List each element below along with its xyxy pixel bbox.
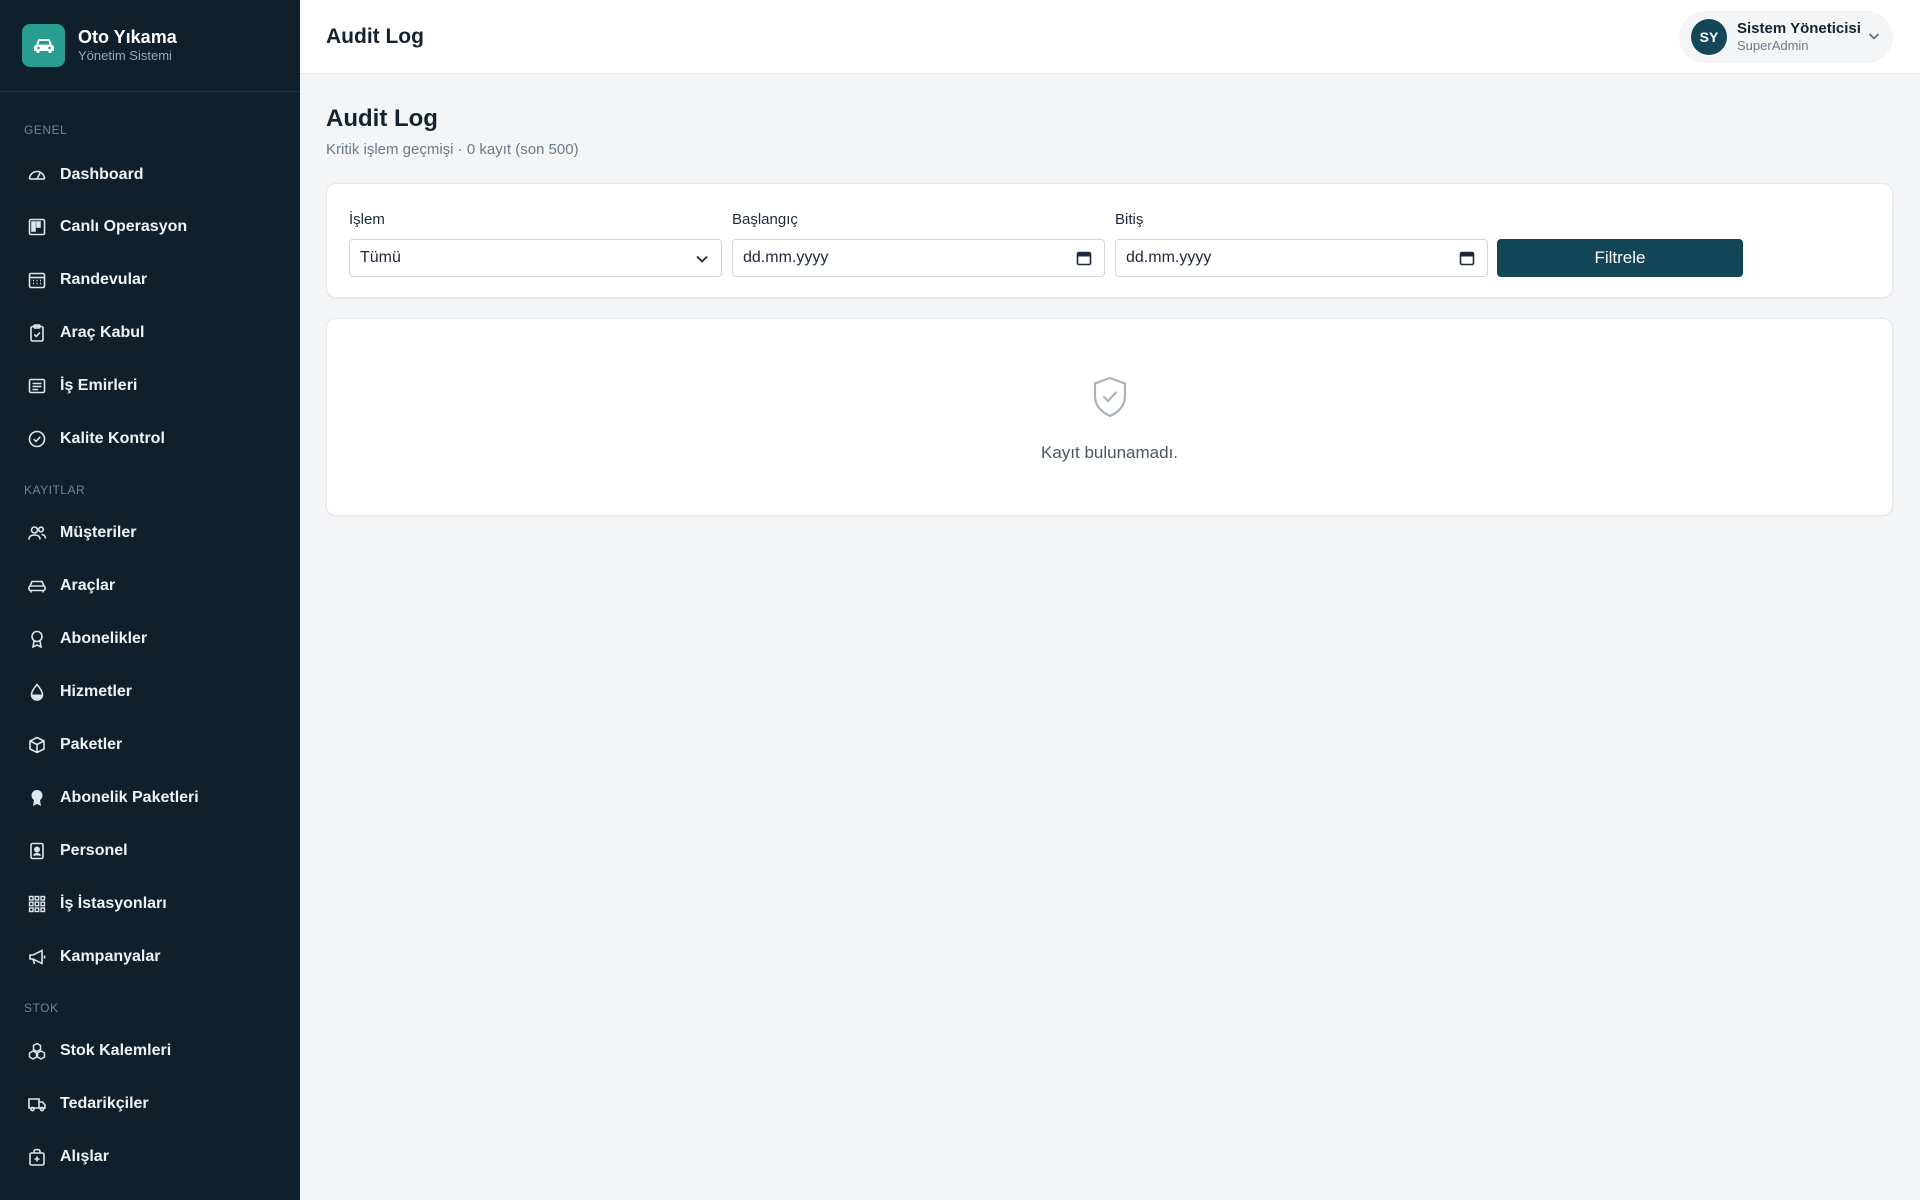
sidebar-item-label: Paketler [60,736,123,753]
chevron-down-icon [1867,29,1881,48]
brand-title: Oto Yıkama [78,26,177,47]
sidebar-item-label: İş Emirleri [60,377,138,394]
end-date-input[interactable]: dd.mm.yyyy [1115,239,1488,277]
nav-section-stok: STOK [24,1001,59,1015]
truck-icon [26,1093,48,1115]
brand-subtitle: Yönetim Sistemi [78,47,172,63]
operation-select-value: Tümü [360,249,401,266]
award-filled-icon [26,787,48,809]
sidebar-item-kalite-kontrol[interactable]: Kalite Kontrol [0,417,300,461]
sidebar-item-canli-operasyon[interactable]: Canlı Operasyon [0,205,300,249]
filter-button[interactable]: Filtrele [1497,239,1743,277]
sidebar-item-arac-kabul[interactable]: Araç Kabul [0,311,300,355]
sidebar: Oto Yıkama Yönetim Sistemi GENEL Dashboa… [0,0,300,1200]
sidebar-item-musteriler[interactable]: Müşteriler [0,511,300,555]
sidebar-item-randevular[interactable]: Randevular [0,258,300,302]
sidebar-item-label: Randevular [60,271,148,288]
sidebar-item-label: Kalite Kontrol [60,430,165,447]
badge-icon [26,840,48,862]
sidebar-item-personel[interactable]: Personel [0,829,300,873]
nav-section-kayitlar: KAYITLAR [24,483,86,497]
user-name: Sistem Yöneticisi [1737,20,1861,37]
clipboard-check-icon [26,322,48,344]
sidebar-item-dashboard[interactable]: Dashboard [0,153,300,197]
sidebar-item-label: Araç Kabul [60,324,145,341]
grid-icon [26,893,48,915]
start-date-value: dd.mm.yyyy [743,249,829,266]
calendar-icon [26,269,48,291]
sidebar-item-label: İş İstasyonları [60,895,167,912]
chevron-down-icon [695,252,709,271]
sidebar-item-label: Araçlar [60,577,116,594]
page-title: Audit Log [326,105,438,132]
sidebar-item-label: Abonelikler [60,630,148,647]
end-date-label: Bitiş [1115,211,1144,228]
page-subtitle: Kritik işlem geçmişi · 0 kayıt (son 500) [326,141,579,158]
user-menu[interactable]: SY Sistem Yöneticisi SuperAdmin [1679,11,1893,63]
top-bar: Audit Log SY Sistem Yöneticisi SuperAdmi… [300,0,1920,74]
users-icon [26,522,48,544]
sidebar-item-is-istasyonlari[interactable]: İş İstasyonları [0,882,300,926]
dashboard-gauge-icon [26,164,48,186]
filter-card: İşlem Tümü Başlangıç dd.mm.yyyy Bitiş dd… [326,183,1893,298]
start-date-label: Başlangıç [732,211,798,228]
check-circle-icon [26,428,48,450]
sidebar-item-hizmetler[interactable]: Hizmetler [0,670,300,714]
sidebar-item-label: Dashboard [60,166,144,183]
sidebar-item-stok-kalemleri[interactable]: Stok Kalemleri [0,1029,300,1073]
sidebar-item-label: Tedarikçiler [60,1095,149,1112]
results-card: Kayıt bulunamadı. [326,318,1893,516]
sidebar-item-label: Stok Kalemleri [60,1042,172,1059]
boxes-icon [26,1040,48,1062]
nav-section-genel: GENEL [24,123,68,137]
user-role: SuperAdmin [1737,38,1809,53]
sidebar-item-kampanyalar[interactable]: Kampanyalar [0,935,300,979]
sidebar-item-label: Müşteriler [60,524,137,541]
megaphone-icon [26,946,48,968]
empty-state-text: Kayıt bulunamadı. [1040,443,1179,462]
sidebar-item-label: Hizmetler [60,683,133,700]
box-icon [26,734,48,756]
bag-plus-icon [26,1146,48,1168]
sidebar-item-label: Abonelik Paketleri [60,789,199,806]
operation-label: İşlem [349,211,385,228]
droplet-icon [26,681,48,703]
car-icon [26,575,48,597]
calendar-icon[interactable] [1459,250,1475,271]
sidebar-item-is-emirleri[interactable]: İş Emirleri [0,364,300,408]
sidebar-item-araclar[interactable]: Araçlar [0,564,300,608]
brand[interactable]: Oto Yıkama Yönetim Sistemi [0,0,300,92]
sidebar-item-abonelikler[interactable]: Abonelikler [0,617,300,661]
calendar-icon[interactable] [1076,250,1092,271]
sidebar-item-label: Alışlar [60,1148,109,1165]
sidebar-item-paketler[interactable]: Paketler [0,723,300,767]
end-date-value: dd.mm.yyyy [1126,249,1212,266]
kanban-icon [26,216,48,238]
sidebar-item-alislar[interactable]: Alışlar [0,1135,300,1179]
award-icon [26,628,48,650]
avatar: SY [1691,19,1727,55]
sidebar-item-label: Personel [60,842,128,859]
list-icon [26,375,48,397]
sidebar-item-abonelik-paketleri[interactable]: Abonelik Paketleri [0,776,300,820]
sidebar-item-label: Canlı Operasyon [60,218,188,235]
shield-check-icon [1091,375,1129,424]
start-date-input[interactable]: dd.mm.yyyy [732,239,1105,277]
sidebar-item-tedarikciler[interactable]: Tedarikçiler [0,1082,300,1126]
operation-select[interactable]: Tümü [349,239,722,277]
car-icon [22,24,65,67]
sidebar-item-label: Kampanyalar [60,948,161,965]
header-title: Audit Log [326,25,424,48]
